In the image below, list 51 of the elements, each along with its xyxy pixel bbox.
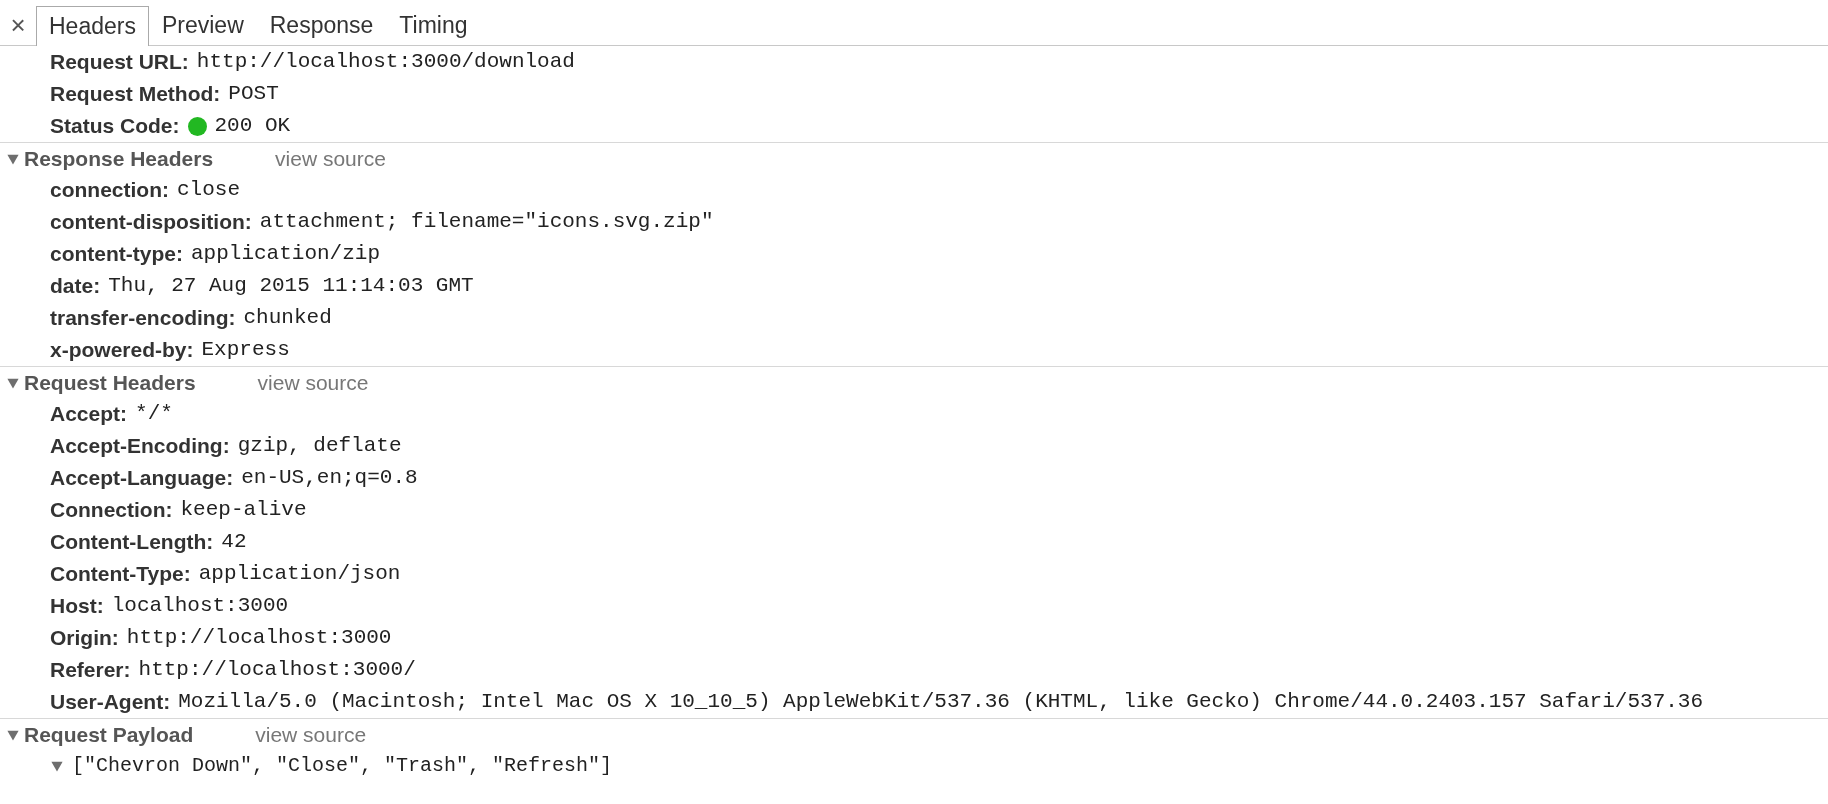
header-name: Request Method:: [50, 81, 221, 108]
header-name: transfer-encoding:: [50, 305, 236, 332]
header-name: Status Code:: [50, 113, 180, 140]
header-name: content-disposition:: [50, 209, 252, 236]
header-value: en-US,en;q=0.8: [241, 465, 418, 492]
header-value: Thu, 27 Aug 2015 11:14:03 GMT: [108, 273, 474, 300]
header-name: Content-Length:: [50, 529, 214, 556]
header-value: http://localhost:3000/download: [196, 49, 575, 76]
header-value: http://localhost:3000: [126, 625, 392, 652]
header-name: Request URL:: [50, 49, 189, 76]
section-title[interactable]: Response Headers: [24, 142, 214, 175]
header-name: x-powered-by:: [50, 337, 194, 364]
view-source-link[interactable]: view source: [257, 366, 369, 399]
tab[interactable]: Headers: [36, 6, 149, 46]
header-name: Connection:: [50, 497, 173, 524]
header-name: Accept-Language:: [50, 465, 234, 492]
section-title[interactable]: Request Headers: [24, 366, 196, 399]
header-value: keep-alive: [180, 497, 307, 524]
view-source-link[interactable]: view source: [255, 718, 367, 751]
header-name: Accept-Encoding:: [50, 433, 230, 460]
close-button[interactable]: ×: [0, 5, 36, 45]
header-value: Mozilla/5.0 (Macintosh; Intel Mac OS X 10_10_5) AppleWebKit/537.36 (KHTML, like Gecko) Chrome/44.0.2403.157 Safari/537.36: [178, 689, 1704, 716]
section-title[interactable]: Request Payload: [24, 718, 194, 751]
header-value: application/zip: [191, 241, 381, 268]
header-value: application/json: [198, 561, 401, 588]
header-value: 42: [221, 529, 247, 556]
header-name: date:: [50, 273, 101, 300]
header-name: User-Agent:: [50, 689, 171, 716]
tab[interactable]: Timing: [386, 5, 481, 45]
tab[interactable]: Response: [256, 5, 387, 45]
header-value: attachment; filename="icons.svg.zip": [259, 209, 714, 236]
header-name: Accept:: [50, 401, 128, 428]
payload-value: ["Chevron Down", "Close", "Trash", "Refresh"]: [72, 753, 613, 779]
header-name: Host:: [50, 593, 104, 620]
header-name: connection:: [50, 177, 169, 204]
header-value: gzip, deflate: [237, 433, 402, 460]
header-name: Origin:: [50, 625, 119, 652]
view-source-link[interactable]: view source: [275, 142, 386, 175]
header-name: Content-Type:: [50, 561, 191, 588]
header-value: */*: [135, 401, 173, 428]
header-name: content-type:: [50, 241, 183, 268]
header-name: Referer:: [50, 657, 131, 684]
header-value: Express: [201, 337, 290, 364]
triangle-down-icon[interactable]: [50, 759, 64, 773]
header-value: 200 OK: [214, 113, 291, 140]
header-value: http://localhost:3000/: [138, 657, 416, 684]
header-value: POST: [228, 81, 279, 108]
header-value: close: [177, 177, 240, 204]
tab[interactable]: Preview: [148, 5, 257, 45]
header-value: localhost:3000: [111, 593, 289, 620]
header-value: chunked: [243, 305, 332, 332]
